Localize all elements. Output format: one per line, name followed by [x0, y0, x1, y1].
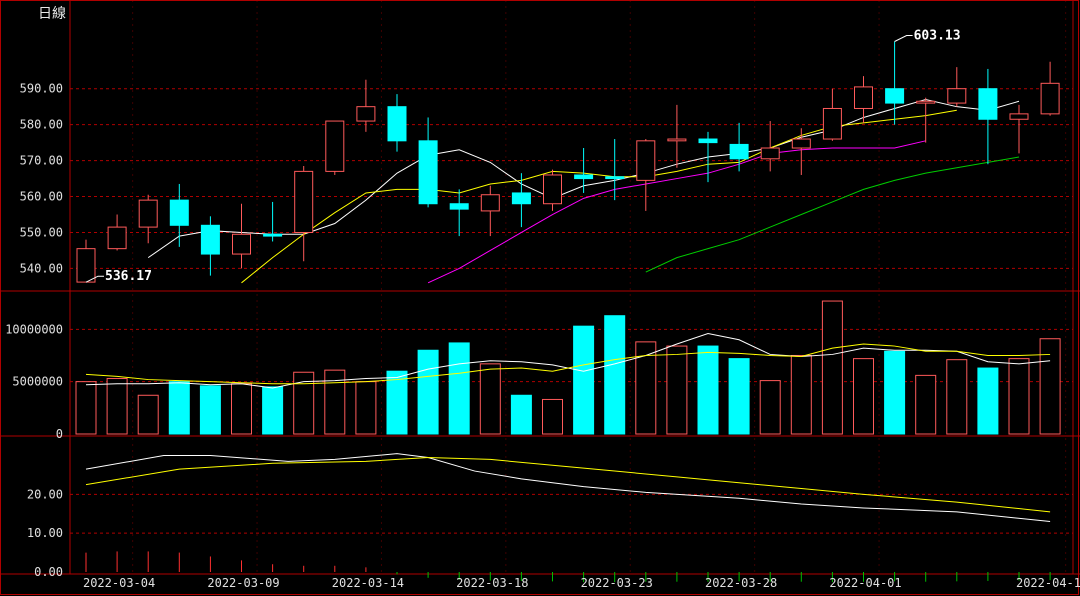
volume-bar	[542, 398, 563, 435]
annotation-label: 603.13	[914, 29, 961, 44]
candle-body	[511, 192, 531, 205]
volume-bar	[479, 363, 501, 435]
candle-body	[76, 248, 96, 283]
volume-bar	[884, 350, 906, 435]
volume-bar	[946, 359, 968, 435]
price-tick-label: 580.00	[20, 118, 63, 132]
price-tick-label: 560.00	[20, 190, 63, 204]
candle-body	[232, 233, 251, 255]
date-label: 2022-03-09	[207, 576, 279, 590]
volume-bar	[573, 325, 595, 435]
candle-body	[169, 199, 189, 226]
candle-body	[418, 140, 438, 205]
date-label: 2022-03-18	[456, 576, 528, 590]
candle-body	[387, 106, 407, 142]
date-label: 2022-03-14	[332, 576, 404, 590]
price-tick-label: 590.00	[20, 82, 63, 96]
indicator-line	[85, 453, 1051, 523]
volume-bar	[417, 349, 439, 435]
volume-tick-label: 5000000	[12, 375, 63, 389]
candle-body	[978, 88, 998, 120]
indicator-tick-label: 10.00	[27, 526, 63, 540]
candle-body	[1040, 82, 1060, 115]
volume-bar	[1008, 358, 1030, 435]
indicator-tick-label: 20.00	[27, 487, 63, 501]
volume-bar	[137, 394, 159, 435]
candle-body	[325, 120, 345, 172]
stock-chart: 540.00 550.00 560.00 570.00 580.00 590.00 536.…	[0, 0, 1080, 595]
candle-body	[636, 140, 656, 181]
volume-bar	[199, 385, 221, 435]
candle-body	[263, 233, 283, 237]
volume-bar	[106, 378, 128, 435]
volume-bar	[75, 381, 97, 435]
candle-body	[760, 147, 780, 160]
candle-body	[729, 143, 749, 160]
volume-bar	[915, 374, 937, 435]
volume-bar	[168, 381, 190, 435]
candle-body	[356, 106, 376, 122]
candle-body	[916, 100, 936, 104]
candle-body	[667, 138, 687, 142]
volume-bar	[821, 300, 843, 435]
date-label: 2022-03-04	[83, 576, 155, 590]
candle-body	[138, 199, 158, 228]
date-label: 2022-04-12	[1016, 576, 1080, 590]
candle-body	[449, 203, 469, 210]
volume-bar	[231, 383, 252, 435]
volume-tick-label: 0	[56, 427, 63, 441]
candle-body	[947, 88, 967, 104]
candle-body	[294, 170, 314, 233]
volume-bar	[666, 345, 688, 435]
candle-body	[698, 138, 718, 144]
price-tick-label: 570.00	[20, 154, 63, 168]
volume-bar	[759, 380, 781, 435]
annotation-label: 536.17	[105, 269, 152, 284]
candle-body	[543, 174, 562, 205]
volume-bar	[355, 381, 377, 435]
candle-body	[1009, 113, 1029, 120]
candle-body	[200, 224, 220, 255]
candle-body	[107, 226, 127, 250]
volume-bar	[977, 367, 999, 435]
candle-body	[885, 88, 905, 104]
price-tick-label: 550.00	[20, 225, 63, 239]
candle-body	[574, 174, 594, 180]
candle-body	[854, 86, 873, 109]
indicator-tick-label: 0.00	[34, 565, 63, 579]
volume-bar	[1039, 338, 1061, 435]
candle-body	[605, 176, 625, 180]
volume-bar	[853, 358, 874, 435]
volume-bar	[510, 394, 532, 435]
date-label: 2022-04-01	[829, 576, 901, 590]
volume-bar	[448, 342, 470, 435]
volume-bar	[262, 386, 284, 435]
candle-body	[791, 138, 811, 149]
candle-body	[822, 107, 842, 140]
volume-bar	[697, 345, 719, 435]
volume-bar	[790, 354, 812, 435]
price-tick-label: 540.00	[20, 261, 63, 275]
volume-bar	[728, 358, 750, 435]
date-label: 2022-03-28	[705, 576, 777, 590]
date-label: 2022-03-23	[581, 576, 653, 590]
annotation-leader	[894, 35, 913, 42]
volume-ma-line	[85, 332, 1051, 389]
volume-tick-label: 10000000	[5, 322, 63, 336]
candle-body	[480, 194, 500, 212]
volume-bar	[604, 315, 626, 435]
outer-frame	[0, 0, 1079, 595]
volume-bar	[386, 370, 408, 435]
